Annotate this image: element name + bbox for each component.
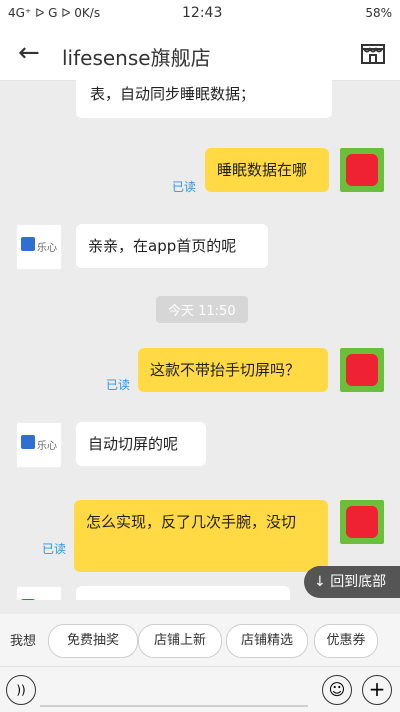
- user-avatar[interactable]: [340, 348, 384, 392]
- message-input[interactable]: [40, 673, 308, 707]
- voice-icon[interactable]: )): [6, 675, 36, 705]
- lifesense-logo-icon: [21, 237, 35, 251]
- user-avatar[interactable]: [340, 148, 384, 192]
- message-text: 睡眠数据在哪: [217, 161, 308, 179]
- page-title: lifesense旗舰店: [62, 46, 211, 70]
- read-receipt: 已读: [106, 378, 131, 392]
- input-bar: )) ☺ +: [0, 666, 400, 712]
- emoji-icon[interactable]: ☺: [322, 675, 352, 705]
- heart-icon: [346, 506, 378, 538]
- quick-reply-chip[interactable]: 店铺上新: [138, 624, 222, 658]
- message-text: 这款不带抬手切屏吗？: [150, 361, 301, 379]
- message-text: 表，自动同步睡眠数据；: [90, 85, 256, 103]
- quick-reply-label: 我想: [10, 634, 37, 649]
- message-bubble: 这款不带抬手切屏吗？: [138, 348, 328, 392]
- brand-label: 乐心: [37, 243, 57, 254]
- network-status: 4G⁺ ᐅ G ᐅ 0K/s: [8, 6, 101, 20]
- quick-reply-chip[interactable]: 免费抽奖: [48, 624, 138, 658]
- message-bubble: 自动切屏的呢: [76, 422, 206, 466]
- shop-avatar[interactable]: 乐心: [16, 224, 62, 270]
- battery-status: 58%: [365, 6, 392, 20]
- lifesense-logo-icon: [21, 435, 35, 449]
- heart-icon: [346, 154, 378, 186]
- image-message[interactable]: [76, 586, 290, 600]
- back-arrow-icon[interactable]: ←: [18, 38, 40, 68]
- lifesense-logo-icon: [21, 599, 35, 600]
- read-receipt: 已读: [42, 542, 67, 556]
- chat-list[interactable]: 表，自动同步睡眠数据； 已读 睡眠数据在哪 乐心 亲亲，在app首页的呢 今天 …: [0, 80, 400, 600]
- back-to-bottom-button[interactable]: ↓ 回到底部: [304, 566, 400, 598]
- timestamp-pill: 今天 11:50: [156, 296, 248, 323]
- message-text: 怎么实现，反了几次手腕，没切: [86, 513, 297, 531]
- user-avatar[interactable]: [340, 500, 384, 544]
- quick-reply-chip[interactable]: 优惠券: [314, 624, 378, 658]
- message-bubble: 睡眠数据在哪: [205, 148, 329, 192]
- message-bubble: 怎么实现，反了几次手腕，没切: [74, 500, 328, 572]
- plus-icon[interactable]: +: [362, 675, 392, 705]
- read-receipt: 已读: [172, 180, 197, 194]
- message-text: 自动切屏的呢: [88, 435, 179, 453]
- quick-reply-bar: 我想 免费抽奖 店铺上新 店铺精选 优惠券: [0, 614, 400, 666]
- shop-avatar[interactable]: 乐心: [16, 422, 62, 468]
- message-text: 亲亲，在app首页的呢: [88, 237, 237, 255]
- brand-label: 乐心: [37, 441, 57, 452]
- chat-header: ← lifesense旗舰店: [0, 28, 400, 81]
- shop-avatar[interactable]: 乐心: [16, 586, 62, 600]
- store-icon[interactable]: [360, 40, 386, 66]
- message-bubble-partial: 表，自动同步睡眠数据；: [76, 80, 332, 118]
- back-to-bottom-label: 回到底部: [330, 574, 387, 590]
- message-bubble: 亲亲，在app首页的呢: [76, 224, 268, 268]
- quick-reply-chip[interactable]: 店铺精选: [226, 624, 308, 658]
- heart-icon: [346, 354, 378, 386]
- status-bar: 4G⁺ ᐅ G ᐅ 0K/s 12:43 58%: [0, 0, 400, 28]
- clock: 12:43: [182, 5, 223, 21]
- down-arrow-icon: ↓: [314, 574, 326, 590]
